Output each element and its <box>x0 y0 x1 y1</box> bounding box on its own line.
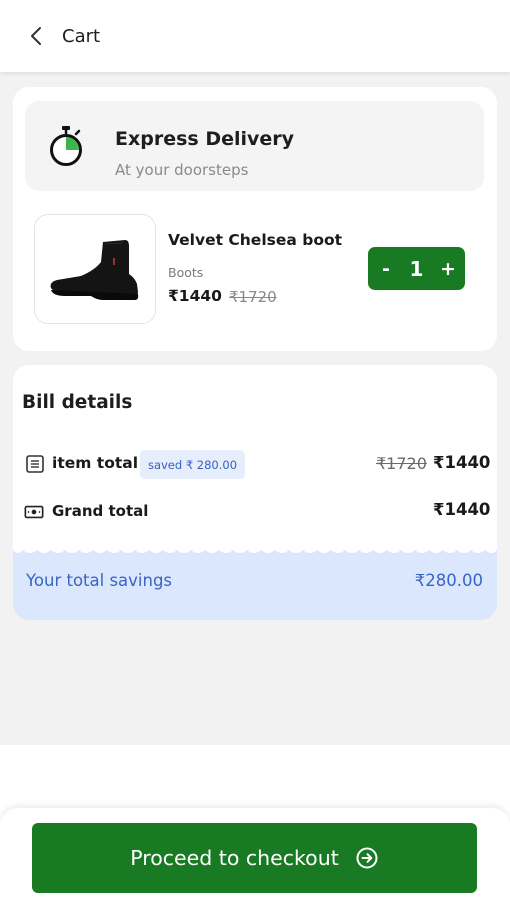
cash-icon <box>24 505 44 519</box>
express-delivery-banner: Express Delivery At your doorsteps <box>25 101 484 191</box>
saved-badge: saved ₹ 280.00 <box>140 450 245 479</box>
receipt-icon <box>26 455 44 473</box>
quantity-stepper: - 1 + <box>368 247 465 290</box>
item-total-original-price: ₹1720 <box>376 454 427 473</box>
bill-details-card: Bill details item total saved ₹ 280.00 ₹… <box>13 365 497 620</box>
total-savings-label: Your total savings <box>26 571 173 590</box>
arrow-right-circle-icon <box>356 847 378 869</box>
product-image[interactable] <box>34 214 156 324</box>
product-price: ₹1440 <box>168 287 222 305</box>
checkout-button-label: Proceed to checkout <box>130 846 339 870</box>
product-original-price: ₹1720 <box>229 288 277 306</box>
express-delivery-title: Express Delivery <box>115 128 295 150</box>
bill-details-title: Bill details <box>22 392 133 413</box>
app-header: Cart <box>0 0 510 72</box>
proceed-to-checkout-button[interactable]: Proceed to checkout <box>32 823 477 893</box>
product-name[interactable]: Velvet Chelsea boot <box>168 231 342 249</box>
page-title: Cart <box>62 25 101 47</box>
decrease-quantity-button[interactable]: - <box>379 258 393 280</box>
quantity-value: 1 <box>409 256 424 281</box>
checkout-footer: Proceed to checkout <box>0 808 510 900</box>
grand-total-label: Grand total <box>52 502 149 520</box>
grand-total-price: ₹1440 <box>433 500 491 519</box>
chevron-left-icon <box>31 27 41 45</box>
cart-item-card: Express Delivery At your doorsteps Velve… <box>13 87 497 351</box>
total-savings-banner: Your total savings ₹280.00 <box>13 546 497 620</box>
product-category: Boots <box>168 265 204 280</box>
item-total-label: item total <box>52 454 139 472</box>
express-delivery-subtitle: At your doorsteps <box>115 161 249 179</box>
total-savings-value: ₹280.00 <box>414 571 483 590</box>
back-button[interactable] <box>22 22 50 50</box>
boot-image <box>50 240 139 300</box>
wave-divider <box>13 546 497 553</box>
stopwatch-icon <box>50 126 82 166</box>
increase-quantity-button[interactable]: + <box>440 258 456 280</box>
item-total-price: ₹1440 <box>433 453 491 472</box>
